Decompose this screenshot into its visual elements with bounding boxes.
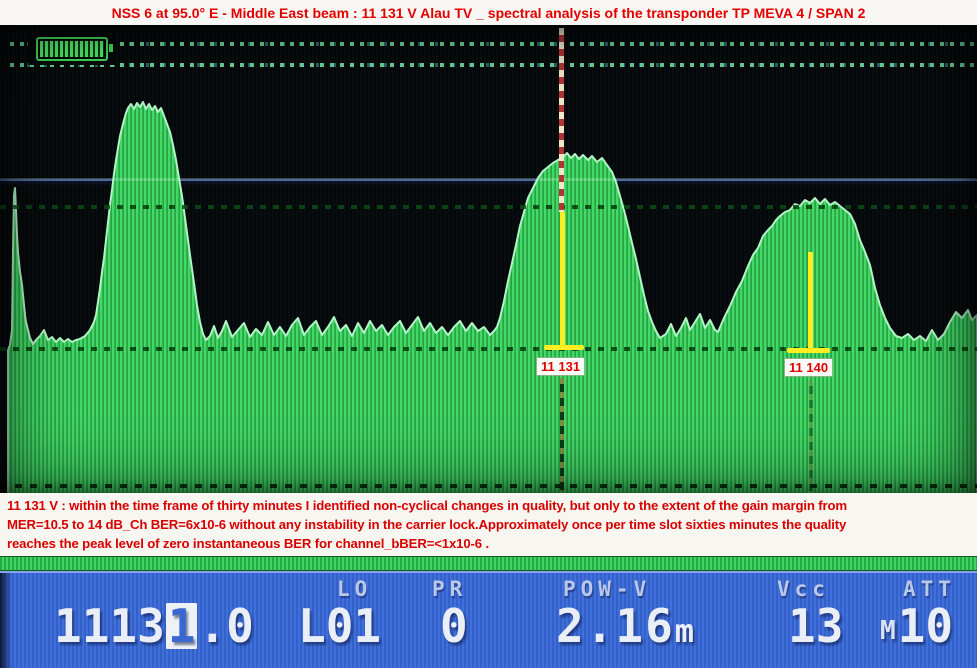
top-dash-row-2	[10, 63, 977, 67]
screen-bottom-green-strip	[0, 556, 977, 571]
header-vcc: Vcc	[777, 577, 830, 601]
gridline-upper-dashed-overlay	[0, 205, 977, 209]
header-att: ATT	[903, 577, 956, 601]
analysis-note: 11 131 V : within the time frame of thir…	[0, 493, 977, 556]
att-value: M10	[880, 603, 953, 654]
vcc-value: 13	[788, 603, 843, 649]
reference-line-highlight	[0, 178, 977, 181]
note-line-2: MER=10.5 to 14 dB_Ch BER=6x10-6 without …	[7, 515, 977, 534]
battery-icon	[36, 37, 108, 61]
gridline-marker-level-overlay	[0, 347, 977, 351]
frequency-cursor-digit[interactable]: 1	[166, 603, 198, 649]
battery-indicator-backing	[28, 33, 116, 65]
center-frequency-dashed-line	[559, 28, 564, 212]
pow-v-value: 2.16m	[556, 603, 696, 654]
header-pow-v: POW-V	[563, 577, 651, 601]
satellite-meter-screenshot: NSS 6 at 95.0° E - Middle East beam : 11…	[0, 0, 977, 668]
marker-line-11131[interactable]	[560, 212, 565, 346]
marker-label-11131: 11 131	[537, 358, 584, 375]
frequency-input[interactable]: 11131.0	[54, 603, 254, 649]
marker-tail-11140	[809, 380, 813, 491]
marker-crossbar-11131[interactable]	[544, 345, 584, 350]
meter-status-bar: LO PR POW-V Vcc ATT 11131.0 L01 0 2.16m …	[0, 571, 977, 668]
note-line-3: reaches the peak level of zero instantan…	[7, 534, 977, 553]
gridline-bottom-dashed	[0, 484, 977, 488]
pr-value: 0	[440, 603, 468, 649]
spectrum-display: 11 131 11 140	[0, 25, 977, 493]
pow-v-number: 2.16	[556, 599, 675, 653]
header-lo: LO	[337, 577, 372, 601]
spectrum-trace	[0, 25, 977, 493]
att-mode-prefix: M	[880, 616, 896, 646]
spectrum-polygon	[8, 102, 977, 493]
top-dash-row-1	[10, 42, 977, 46]
att-number: 10	[898, 599, 953, 653]
pow-v-unit: m	[675, 612, 696, 650]
marker-line-11140[interactable]	[808, 252, 813, 349]
header-pr: PR	[432, 577, 467, 601]
marker-tail-11131	[560, 378, 564, 491]
lo-value: L01	[298, 603, 381, 649]
page-title: NSS 6 at 95.0° E - Middle East beam : 11…	[112, 5, 866, 21]
title-bar: NSS 6 at 95.0° E - Middle East beam : 11…	[0, 0, 977, 25]
note-line-1: 11 131 V : within the time frame of thir…	[7, 496, 977, 515]
marker-crossbar-11140[interactable]	[787, 348, 830, 353]
frequency-prefix: 1113	[54, 599, 165, 653]
marker-label-11140: 11 140	[785, 359, 832, 376]
frequency-suffix: .0	[198, 599, 253, 653]
